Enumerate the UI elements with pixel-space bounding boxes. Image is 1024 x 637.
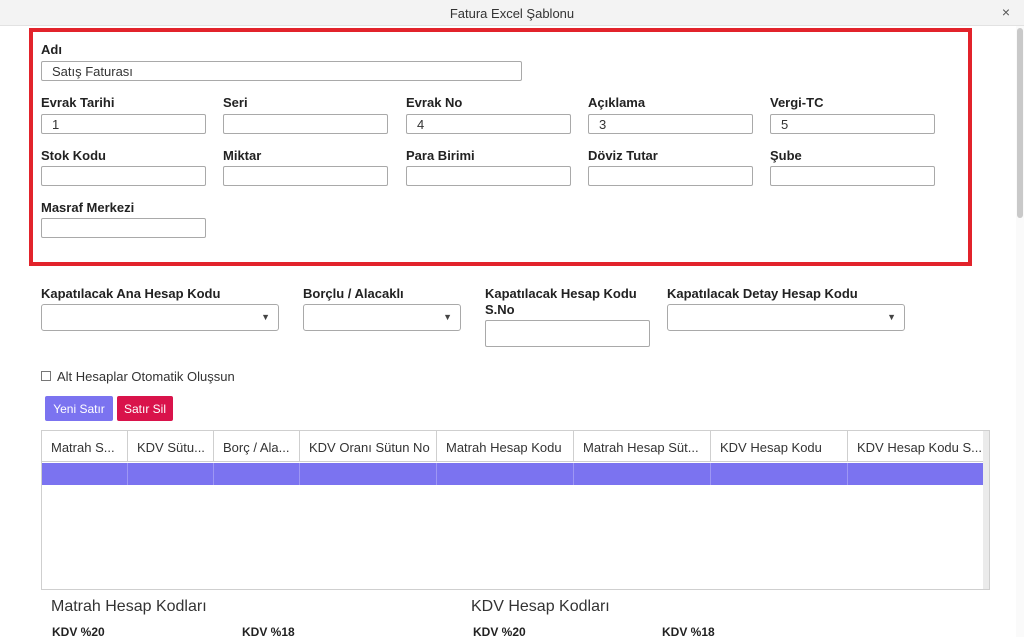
matrah-kdv18: KDV %18: [242, 625, 295, 637]
sube-input[interactable]: [770, 166, 935, 186]
masraf-merkezi-input[interactable]: [41, 218, 206, 238]
column-header[interactable]: Matrah Hesap Süt...: [574, 431, 711, 461]
hesap-sno-label-line2: S.No: [485, 302, 515, 317]
table-cell[interactable]: [711, 463, 848, 485]
detay-hesap-select[interactable]: ▼: [667, 304, 905, 331]
table-cell[interactable]: [437, 463, 574, 485]
evrak-tarihi-input[interactable]: [41, 114, 206, 134]
name-input[interactable]: [41, 61, 522, 81]
close-icon[interactable]: ×: [1002, 4, 1010, 20]
hesap-sno-label: Kapatılacak Hesap Kodu: [485, 286, 637, 301]
stok-kodu-input[interactable]: [41, 166, 206, 186]
doviz-tutar-input[interactable]: [588, 166, 753, 186]
table-cell[interactable]: [848, 463, 985, 485]
para-birimi-input[interactable]: [406, 166, 571, 186]
doviz-tutar-label: Döviz Tutar: [588, 148, 658, 163]
stok-kodu-label: Stok Kodu: [41, 148, 106, 163]
kdv-kdv18: KDV %18: [662, 625, 715, 637]
miktar-label: Miktar: [223, 148, 262, 163]
table-cell[interactable]: [128, 463, 214, 485]
alt-hesaplar-label[interactable]: Alt Hesaplar Otomatik Oluşsun: [57, 369, 235, 384]
table-cell[interactable]: [214, 463, 300, 485]
hesap-sno-input[interactable]: [485, 320, 650, 347]
sube-label: Şube: [770, 148, 802, 163]
vergi-tc-input[interactable]: [770, 114, 935, 134]
seri-input[interactable]: [223, 114, 388, 134]
evrak-no-label: Evrak No: [406, 95, 463, 110]
column-header[interactable]: Matrah Hesap Kodu: [437, 431, 574, 461]
ana-hesap-select[interactable]: ▼: [41, 304, 279, 331]
vergi-tc-label: Vergi-TC: [770, 95, 824, 110]
chevron-down-icon: ▼: [443, 312, 452, 322]
grid-scrollbar[interactable]: [983, 431, 989, 589]
column-header[interactable]: KDV Hesap Kodu: [711, 431, 848, 461]
scrollbar-thumb[interactable]: [1017, 28, 1023, 218]
borclu-label: Borçlu / Alacaklı: [303, 286, 404, 301]
aciklama-label: Açıklama: [588, 95, 646, 110]
table-row[interactable]: [42, 463, 985, 485]
chevron-down-icon: ▼: [261, 312, 270, 322]
para-birimi-label: Para Birimi: [406, 148, 475, 163]
matrah-kdv20: KDV %20: [52, 625, 105, 637]
alt-hesaplar-checkbox[interactable]: [41, 371, 51, 381]
data-grid: Matrah S... KDV Sütu... Borç / Ala... KD…: [41, 430, 990, 590]
kdv-kdv20: KDV %20: [473, 625, 526, 637]
window-titlebar: Fatura Excel Şablonu ×: [0, 0, 1024, 26]
detay-hesap-label: Kapatılacak Detay Hesap Kodu: [667, 286, 858, 301]
kdv-section-title: KDV Hesap Kodları: [471, 598, 610, 615]
ana-hesap-label: Kapatılacak Ana Hesap Kodu: [41, 286, 221, 301]
column-header[interactable]: Matrah S...: [42, 431, 128, 461]
seri-label: Seri: [223, 95, 248, 110]
column-header[interactable]: KDV Oranı Sütun No: [300, 431, 437, 461]
column-header[interactable]: KDV Hesap Kodu S...: [848, 431, 985, 461]
table-cell[interactable]: [574, 463, 711, 485]
new-row-button[interactable]: Yeni Satır: [45, 396, 113, 421]
matrah-section-title: Matrah Hesap Kodları: [51, 598, 207, 615]
name-label: Adı: [41, 42, 62, 57]
delete-row-button[interactable]: Satır Sil: [117, 396, 173, 421]
window-title: Fatura Excel Şablonu: [449, 6, 575, 21]
chevron-down-icon: ▼: [887, 312, 896, 322]
column-header[interactable]: Borç / Ala...: [214, 431, 300, 461]
evrak-tarihi-label: Evrak Tarihi: [41, 95, 115, 110]
evrak-no-input[interactable]: [406, 114, 571, 134]
page-scrollbar[interactable]: [1016, 26, 1024, 637]
borclu-select[interactable]: ▼: [303, 304, 461, 331]
table-cell[interactable]: [42, 463, 128, 485]
grid-header: Matrah S... KDV Sütu... Borç / Ala... KD…: [42, 431, 985, 462]
column-header[interactable]: KDV Sütu...: [128, 431, 214, 461]
miktar-input[interactable]: [223, 166, 388, 186]
aciklama-input[interactable]: [588, 114, 753, 134]
table-cell[interactable]: [300, 463, 437, 485]
masraf-merkezi-label: Masraf Merkezi: [41, 200, 135, 215]
